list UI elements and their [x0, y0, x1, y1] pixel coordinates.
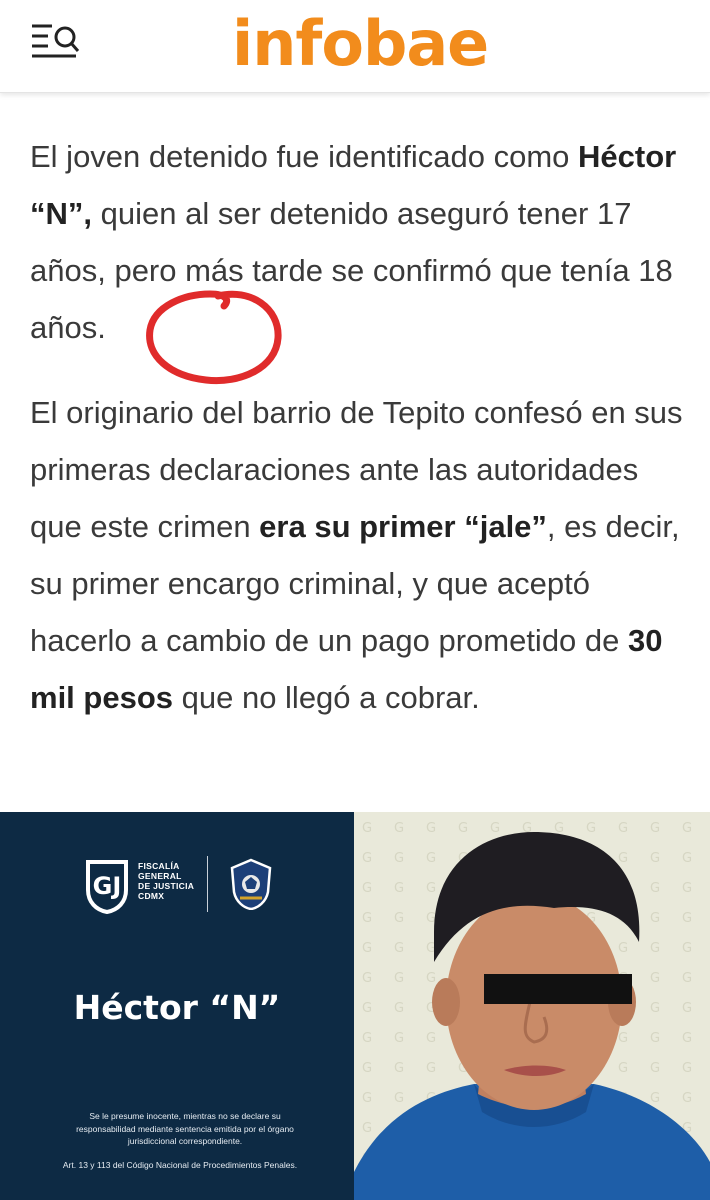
legal-disclaimer: Se le presume inocente, mientras no se d…	[76, 1111, 294, 1146]
paragraph-2-text-3: que no llegó a cobrar.	[173, 680, 480, 715]
suspect-name-label: Héctor “N”	[73, 988, 281, 1027]
infobae-logo[interactable]: infobae	[232, 4, 489, 84]
menu-search-icon[interactable]	[30, 20, 82, 60]
agency-line: DE JUSTICIA	[138, 881, 195, 891]
paragraph-1-text-2: quien al ser detenido aseguró tener 17 a…	[30, 196, 673, 345]
agency-line: FISCALÍA	[138, 861, 180, 871]
police-badge-icon	[230, 858, 272, 910]
agency-line: CDMX	[138, 891, 165, 901]
paragraph-2: El originario del barrio de Tepito confe…	[30, 384, 690, 726]
first-jale-bold: era su primer “jale”	[259, 509, 547, 544]
agency-name: FISCALÍA GENERAL DE JUSTICIA CDMX	[138, 861, 194, 901]
mugshot-photo: G	[354, 812, 710, 1200]
agency-line: GENERAL	[138, 871, 182, 881]
logo-divider	[207, 856, 208, 912]
svg-text:GJ: GJ	[93, 872, 122, 900]
paragraph-1: El joven detenido fue identificado como …	[30, 128, 690, 356]
suspect-photo: G	[354, 812, 710, 1200]
info-panel: GJ FISCALÍA GENERAL DE JUSTICIA CDMX Héc…	[0, 812, 354, 1200]
fiscalia-logo-icon: GJ	[86, 860, 128, 914]
site-header: infobae	[0, 0, 710, 93]
suspect-image: GJ FISCALÍA GENERAL DE JUSTICIA CDMX Héc…	[0, 812, 710, 1200]
paragraph-1-text: El joven detenido fue identificado como	[30, 139, 579, 174]
legal-reference: Art. 13 y 113 del Código Nacional de Pro…	[62, 1160, 298, 1170]
article-body: El joven detenido fue identificado como …	[30, 128, 690, 754]
